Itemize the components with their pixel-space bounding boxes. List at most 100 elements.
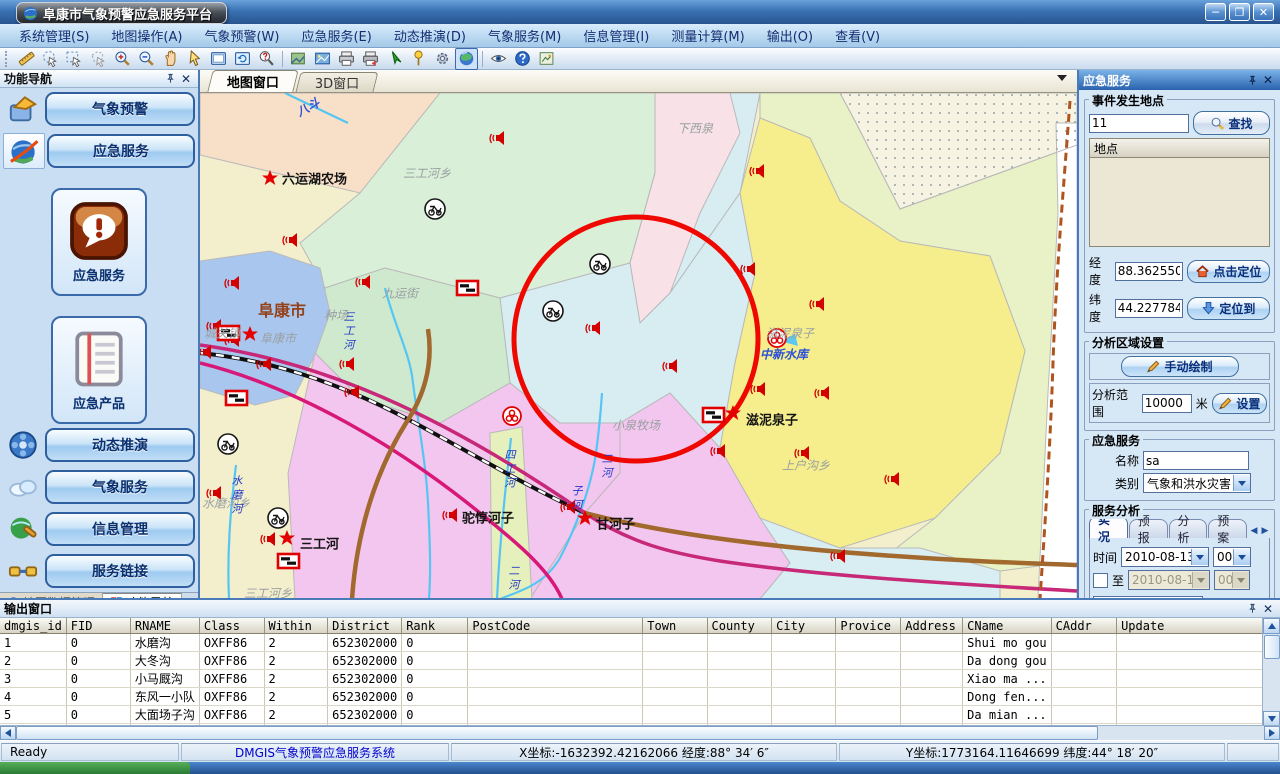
station-circle-marker[interactable] [503, 407, 521, 425]
toolbar-print-button[interactable] [335, 48, 358, 70]
table-row[interactable]: 50大面场子沟OXFF8626523020000Da mian ... [0, 706, 1280, 724]
close-icon[interactable]: ✕ [1260, 73, 1276, 87]
flag-marker[interactable] [278, 554, 299, 568]
minimize-button[interactable]: ─ [1205, 3, 1226, 21]
scroll-thumb[interactable] [1264, 635, 1280, 659]
menu-item-9[interactable]: 输出(O) [756, 24, 824, 47]
vehicle-station-marker[interactable] [268, 508, 288, 528]
column-header[interactable]: dmgis_id [0, 618, 66, 634]
toolbar-select-circle-button[interactable] [39, 48, 62, 70]
toolbar-ruler-button[interactable] [15, 48, 38, 70]
scroll-thumb[interactable] [16, 726, 1098, 740]
menu-item-2[interactable]: 地图操作(A) [100, 24, 193, 47]
analysis-tab-4[interactable]: 预案 [1208, 519, 1247, 538]
menu-item-7[interactable]: 信息管理(I) [572, 24, 660, 47]
analysis-tab-1[interactable]: 实况 [1089, 516, 1128, 538]
range-set-button[interactable]: 设置 [1212, 393, 1267, 414]
pin-icon[interactable] [1244, 602, 1260, 616]
service-type-select[interactable]: 气象和洪水灾害 [1143, 473, 1251, 493]
menu-item-8[interactable]: 测量计算(M) [660, 24, 755, 47]
column-header[interactable]: CAddr [1051, 618, 1116, 634]
analysis-tab-3[interactable]: 分析 [1169, 519, 1208, 538]
column-header[interactable]: Rank [402, 618, 468, 634]
table-row[interactable]: 10水磨沟OXFF8626523020000Shui mo gou [0, 634, 1280, 652]
flag-marker[interactable] [457, 281, 478, 295]
toolbar-place-pin-button[interactable] [407, 48, 430, 70]
toolbar-grip[interactable] [5, 51, 11, 67]
map-tab-dropdown-icon[interactable] [1057, 75, 1067, 81]
menu-item-6[interactable]: 气象服务(M) [477, 24, 572, 47]
scroll-up-button[interactable] [1263, 618, 1280, 634]
table-row[interactable]: 30小马厩沟OXFF8626523020000Xiao ma ... [0, 670, 1280, 688]
toolbar-pan-hand-button[interactable] [159, 48, 182, 70]
location-list-header[interactable]: 地点 [1089, 138, 1270, 157]
column-header[interactable]: RNAME [130, 618, 199, 634]
shortcut-2[interactable]: 应急产品 [51, 316, 147, 424]
scroll-right-button[interactable] [1264, 726, 1280, 740]
toolbar-select-rect-button[interactable] [63, 48, 86, 70]
map-tab-2[interactable]: 3D窗口 [296, 72, 379, 92]
restore-button[interactable]: ❐ [1229, 3, 1250, 21]
latitude-input[interactable] [1115, 299, 1183, 318]
toolbar-eye-button[interactable] [487, 48, 510, 70]
toolbar-zoom-in-button[interactable] [111, 48, 134, 70]
locate-to-button[interactable]: 定位到 [1187, 297, 1270, 320]
toolbar-zoom-out-button[interactable] [135, 48, 158, 70]
column-header[interactable]: Town [643, 618, 707, 634]
nav-bottom-button-4[interactable]: 服务链接 [45, 554, 195, 588]
column-header[interactable]: CName [963, 618, 1051, 634]
service-name-input[interactable] [1143, 451, 1249, 470]
menu-item-1[interactable]: 系统管理(S) [8, 24, 100, 47]
close-icon[interactable]: ✕ [1260, 602, 1276, 616]
column-header[interactable]: City [772, 618, 836, 634]
locate-by-click-button[interactable]: 点击定位 [1187, 260, 1270, 283]
column-header[interactable]: County [707, 618, 772, 634]
map-tab-1[interactable]: 地图窗口 [207, 70, 299, 92]
toolbar-image-view-button[interactable] [311, 48, 334, 70]
to-checkbox[interactable] [1093, 573, 1108, 588]
nav-bottom-button-1[interactable]: 动态推演 [45, 428, 195, 462]
menu-item-3[interactable]: 气象预警(W) [193, 24, 290, 47]
table-row[interactable]: 20大冬沟OXFF8626523020000Da dong gou [0, 652, 1280, 670]
column-header[interactable]: District [328, 618, 402, 634]
menu-item-5[interactable]: 动态推演(D) [383, 24, 477, 47]
analysis-range-input[interactable] [1142, 394, 1192, 413]
column-header[interactable]: Provice [836, 618, 901, 634]
scroll-left-button[interactable] [0, 726, 16, 740]
toolbar-refresh-button[interactable] [231, 48, 254, 70]
toolbar-help-button[interactable] [511, 48, 534, 70]
toolbar-full-extent-button[interactable] [207, 48, 230, 70]
toolbar-green-pointer-button[interactable] [383, 48, 406, 70]
nav-bottom-button-2[interactable]: 气象服务 [45, 470, 195, 504]
location-search-input[interactable] [1089, 114, 1189, 133]
menu-item-4[interactable]: 应急服务(E) [290, 24, 382, 47]
column-header[interactable]: PostCode [468, 618, 643, 634]
longitude-input[interactable] [1115, 262, 1183, 281]
toolbar-map-export-button[interactable] [287, 48, 310, 70]
analysis-tab-2[interactable]: 预报 [1129, 519, 1168, 538]
toolbar-print-setup-button[interactable] [359, 48, 382, 70]
close-button[interactable]: ✕ [1253, 3, 1274, 21]
flag-marker[interactable] [226, 391, 247, 405]
nav-bottom-button-3[interactable]: 信息管理 [45, 512, 195, 546]
manual-draw-button[interactable]: 手动绘制 [1121, 356, 1239, 377]
tab-scroll-right-icon[interactable]: ▶ [1260, 524, 1270, 538]
toolbar-select-polygon-button[interactable] [87, 48, 110, 70]
map-canvas[interactable]: 八斗六运湖农场三工河乡下西泉九运街阜康市城关镇阜康市种场滋泥泉子中新水库滋泥泉子… [200, 93, 1077, 598]
nav-top-button-2[interactable]: 应急服务 [47, 134, 195, 168]
tab-scroll-left-icon[interactable]: ◀ [1249, 524, 1259, 538]
column-header[interactable]: Update [1117, 618, 1280, 634]
vehicle-station-marker[interactable] [590, 254, 610, 274]
pin-icon[interactable] [1244, 73, 1260, 87]
nav-top-button-1[interactable]: 气象预警 [45, 92, 195, 126]
table-vertical-scrollbar[interactable] [1262, 618, 1280, 727]
column-header[interactable]: FID [66, 618, 130, 634]
vehicle-station-marker[interactable] [218, 434, 238, 454]
hour-select[interactable]: 00 [1213, 547, 1251, 567]
column-header[interactable]: Within [264, 618, 328, 634]
vehicle-station-marker[interactable] [425, 199, 445, 219]
vehicle-station-marker[interactable] [543, 301, 563, 321]
column-header[interactable]: Class [199, 618, 264, 634]
toolbar-settings-gear-button[interactable] [431, 48, 454, 70]
table-row[interactable]: 40东风一小队OXFF8626523020000Dong fen... [0, 688, 1280, 706]
